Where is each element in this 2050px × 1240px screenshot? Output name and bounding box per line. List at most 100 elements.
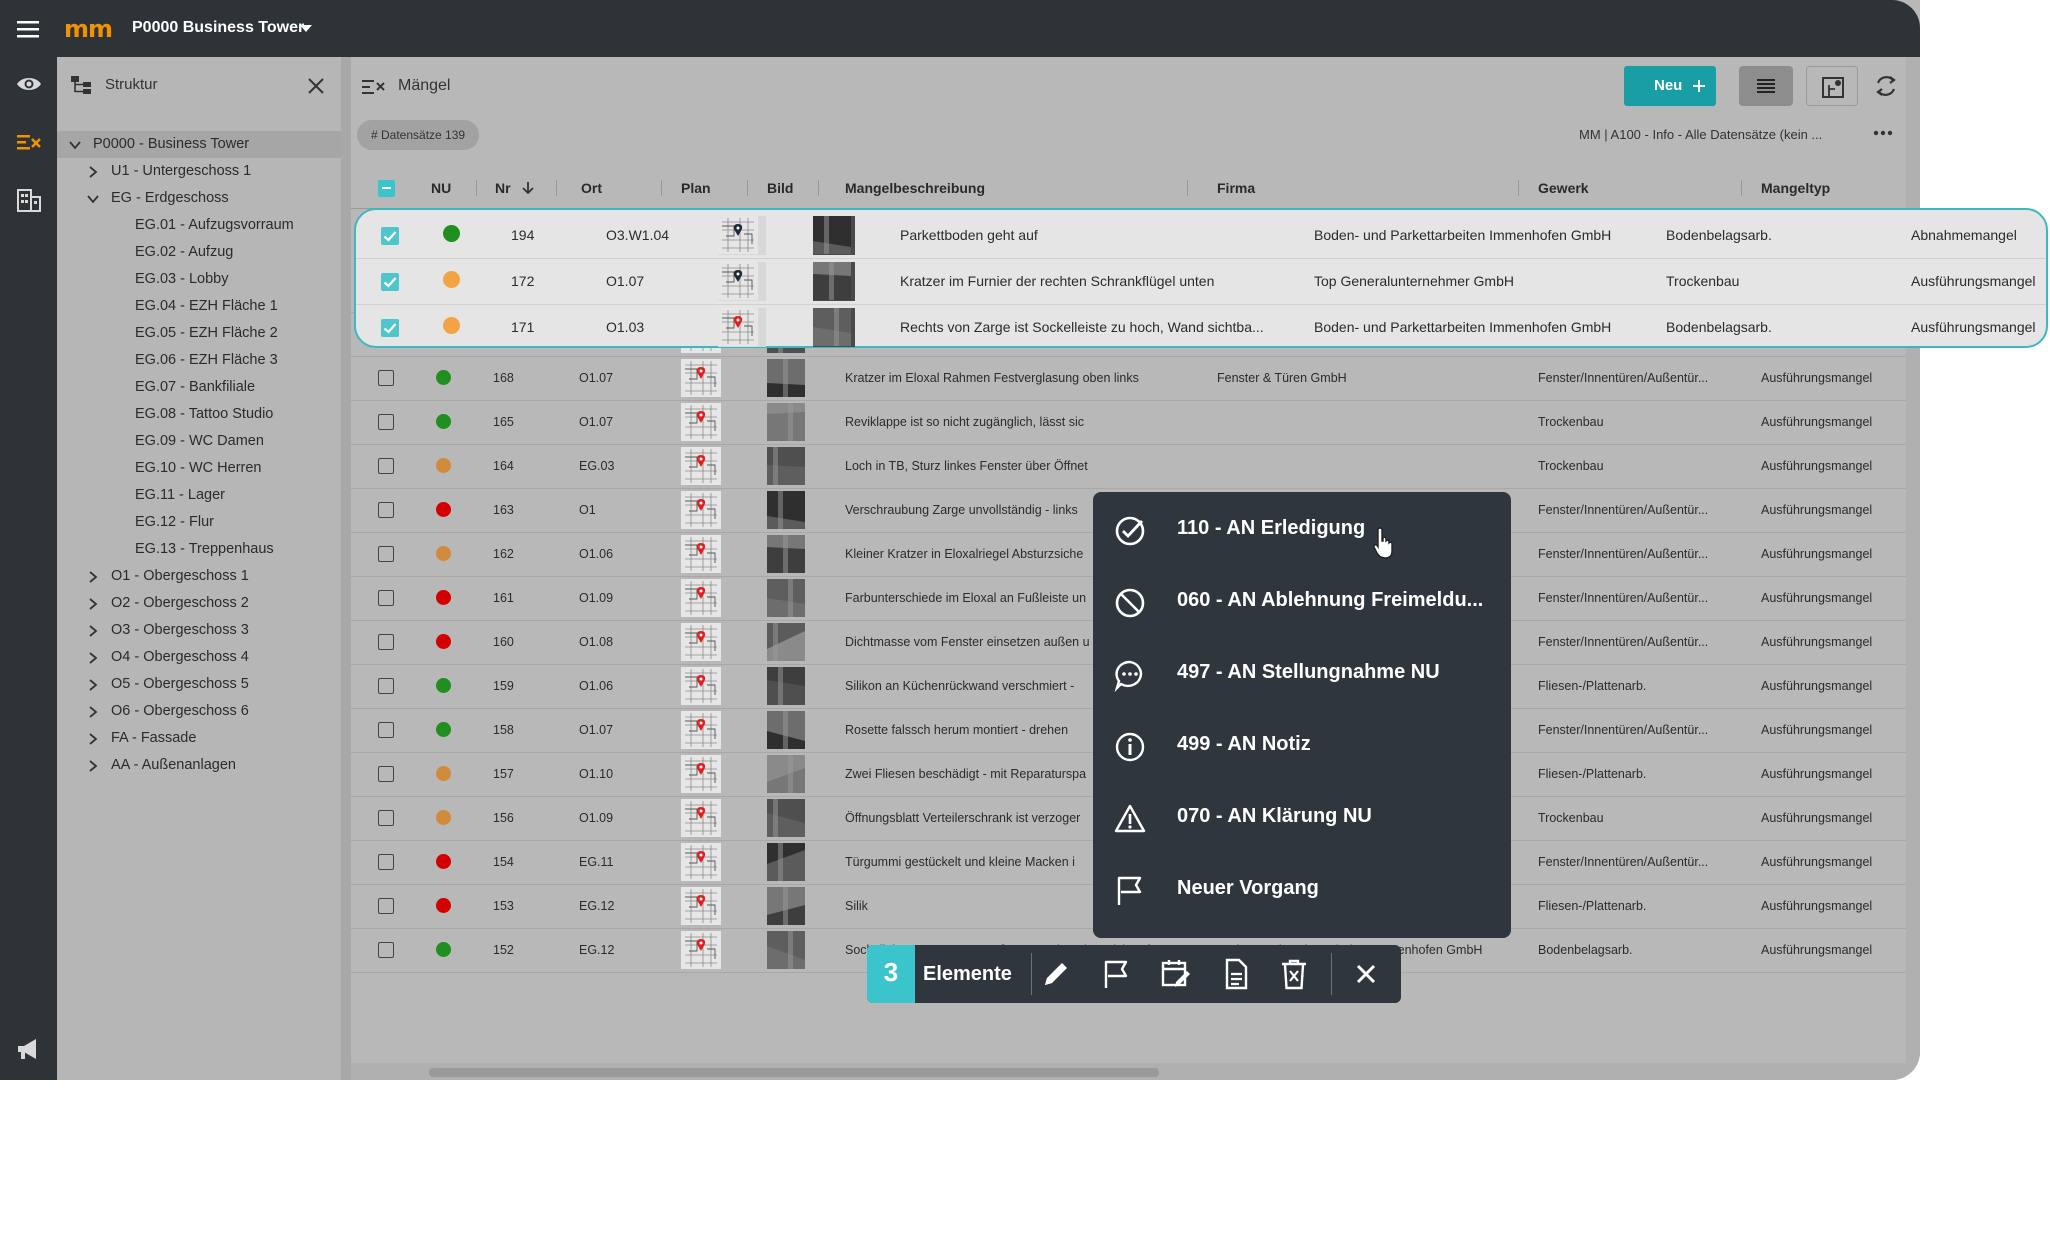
row-checkbox-checked[interactable] (381, 273, 399, 291)
row-checkbox[interactable] (378, 898, 394, 914)
tree-item[interactable]: U1 - Untergeschoss 1 (57, 158, 341, 185)
tree-item[interactable]: O1 - Obergeschoss 1 (57, 563, 341, 590)
photo-thumbnail[interactable] (767, 491, 805, 529)
row-checkbox[interactable] (378, 370, 394, 386)
col-header-nu[interactable]: NU (431, 168, 451, 208)
menu-item-an-klaerung[interactable]: 070 - AN Klärung NU (1093, 780, 1511, 852)
plan-thumbnail[interactable] (681, 491, 721, 529)
plan-thumbnail[interactable] (681, 403, 721, 441)
tree-item[interactable]: EG.13 - Treppenhaus (57, 536, 341, 563)
tree-item[interactable]: EG.09 - WC Damen (57, 428, 341, 455)
row-checkbox[interactable] (378, 854, 394, 870)
col-header-firma[interactable]: Firma (1217, 168, 1255, 208)
menu-item-an-notiz[interactable]: 499 - AN Notiz (1093, 708, 1511, 780)
flag-icon[interactable] (1099, 957, 1133, 991)
plan-thumbnail[interactable] (718, 262, 766, 301)
selected-table-row[interactable]: 194 O3.W1.04 Parkettboden geht auf Boden- u… (356, 213, 2046, 259)
tree-item[interactable]: EG.12 - Flur (57, 509, 341, 536)
photo-thumbnail[interactable] (813, 216, 855, 255)
select-all-checkbox[interactable] (378, 180, 395, 197)
chevron-right-icon[interactable] (87, 652, 99, 664)
tree-item[interactable]: P0000 - Business Tower (57, 131, 341, 158)
plan-view-button[interactable] (1806, 66, 1858, 106)
col-header-mangeltyp[interactable]: Mangeltyp (1761, 168, 1830, 208)
plan-thumbnail[interactable] (681, 931, 721, 969)
plan-thumbnail[interactable] (718, 216, 766, 255)
chevron-right-icon[interactable] (87, 166, 99, 178)
tree-item[interactable]: EG.08 - Tattoo Studio (57, 401, 341, 428)
sort-down-icon[interactable] (521, 181, 535, 195)
plan-thumbnail[interactable] (681, 359, 721, 397)
table-row[interactable]: 168 O1.07 Kratzer im Eloxal Rahmen Festver… (351, 356, 1906, 401)
tree-item[interactable]: O4 - Obergeschoss 4 (57, 644, 341, 671)
tree-item[interactable]: EG.11 - Lager (57, 482, 341, 509)
list-view-button[interactable] (1739, 66, 1793, 106)
chevron-right-icon[interactable] (87, 679, 99, 691)
photo-thumbnail[interactable] (767, 667, 805, 705)
hamburger-menu-icon[interactable] (14, 15, 44, 43)
photo-thumbnail[interactable] (813, 262, 855, 301)
plan-thumbnail[interactable] (681, 843, 721, 881)
col-header-ort[interactable]: Ort (581, 168, 602, 208)
eye-icon[interactable] (14, 69, 44, 99)
tree-item[interactable]: EG.03 - Lobby (57, 266, 341, 293)
menu-item-an-stellungnahme[interactable]: 497 - AN Stellungnahme NU (1093, 636, 1511, 708)
selected-table-row[interactable]: 171 O1.03 Rechts von Zarge ist Sockelleist… (356, 305, 2046, 350)
plan-thumbnail[interactable] (681, 579, 721, 617)
chevron-down-icon[interactable] (87, 193, 99, 205)
col-header-gewerk[interactable]: Gewerk (1538, 168, 1589, 208)
chevron-right-icon[interactable] (87, 760, 99, 772)
plan-thumbnail[interactable] (681, 755, 721, 793)
table-row[interactable]: 164 EG.03 Loch in TB, Sturz linkes Fenster… (351, 444, 1906, 489)
row-checkbox-checked[interactable] (381, 319, 399, 337)
photo-thumbnail[interactable] (813, 308, 855, 347)
row-checkbox-checked[interactable] (381, 227, 399, 245)
photo-thumbnail[interactable] (767, 711, 805, 749)
chevron-down-icon[interactable] (69, 139, 81, 151)
tree-item[interactable]: FA - Fassade (57, 725, 341, 752)
chevron-right-icon[interactable] (87, 571, 99, 583)
photo-thumbnail[interactable] (767, 755, 805, 793)
row-checkbox[interactable] (378, 942, 394, 958)
row-checkbox[interactable] (378, 502, 394, 518)
photo-thumbnail[interactable] (767, 403, 805, 441)
photo-thumbnail[interactable] (767, 887, 805, 925)
caret-down-icon[interactable] (300, 25, 312, 32)
plan-thumbnail[interactable] (681, 711, 721, 749)
row-checkbox[interactable] (378, 810, 394, 826)
report-selector[interactable]: MM | A100 - Info - Alle Datensätze (kein… (1579, 127, 1822, 142)
tree-item[interactable]: O3 - Obergeschoss 3 (57, 617, 341, 644)
horizontal-scrollbar[interactable] (351, 1063, 1906, 1080)
col-header-nr[interactable]: Nr (495, 168, 511, 208)
photo-thumbnail[interactable] (767, 843, 805, 881)
col-header-mangelbeschreibung[interactable]: Mangelbeschreibung (845, 168, 985, 208)
selected-table-row[interactable]: 172 O1.07 Kratzer im Furnier der rechten S… (356, 259, 2046, 305)
chevron-right-icon[interactable] (87, 598, 99, 610)
chevron-right-icon[interactable] (87, 706, 99, 718)
tree-item[interactable]: EG.01 - Aufzugsvorraum (57, 212, 341, 239)
edit-pencil-icon[interactable] (1039, 957, 1073, 991)
row-checkbox[interactable] (378, 414, 394, 430)
row-checkbox[interactable] (378, 678, 394, 694)
defects-list-icon[interactable] (14, 127, 44, 157)
panel-splitter[interactable] (341, 57, 351, 1080)
delete-icon[interactable] (1277, 957, 1311, 991)
project-selector[interactable]: P0000 Business Tower (132, 19, 304, 37)
photo-thumbnail[interactable] (767, 799, 805, 837)
plan-thumbnail[interactable] (681, 887, 721, 925)
row-checkbox[interactable] (378, 546, 394, 562)
document-icon[interactable] (1219, 957, 1253, 991)
chevron-right-icon[interactable] (87, 733, 99, 745)
plan-thumbnail[interactable] (681, 447, 721, 485)
plan-thumbnail[interactable] (681, 623, 721, 661)
photo-thumbnail[interactable] (767, 447, 805, 485)
tree-item[interactable]: AA - Außenanlagen (57, 752, 341, 779)
tree-item[interactable]: O5 - Obergeschoss 5 (57, 671, 341, 698)
row-checkbox[interactable] (378, 722, 394, 738)
row-checkbox[interactable] (378, 634, 394, 650)
tree-item[interactable]: EG.02 - Aufzug (57, 239, 341, 266)
plan-thumbnail[interactable] (681, 667, 721, 705)
row-checkbox[interactable] (378, 458, 394, 474)
plan-thumbnail[interactable] (681, 535, 721, 573)
refresh-icon[interactable] (1871, 71, 1901, 101)
